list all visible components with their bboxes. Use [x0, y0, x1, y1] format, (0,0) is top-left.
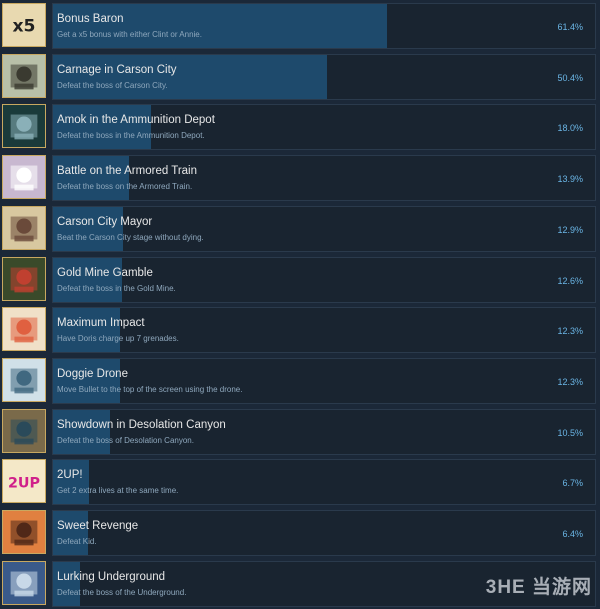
achievement-description: Have Doris charge up 7 grenades.: [57, 334, 179, 344]
robot-boss-icon: [2, 53, 46, 98]
achievement-title: Bonus Baron: [57, 13, 124, 25]
achievement-row[interactable]: Sweet Revenge Defeat Kid. 6.4%: [0, 508, 600, 558]
achievement-panel: Doggie Drone Move Bullet to the top of t…: [52, 357, 596, 404]
skull-boss-icon: [2, 155, 46, 200]
duel-icon: [2, 510, 46, 554]
achievement-percent: 6.4%: [562, 529, 583, 539]
achievement-percent: 12.3%: [557, 376, 583, 387]
achievement-title: Battle on the Armored Train: [57, 165, 197, 178]
achievement-description: Defeat Kid.: [57, 537, 97, 546]
achievement-row[interactable]: 2UP 2UP! Get 2 extra lives at the same t…: [0, 457, 600, 507]
achievement-description: Defeat the boss of the Underground.: [57, 587, 187, 597]
dog-drone-icon: [2, 357, 46, 402]
achievement-title: Gold Mine Gamble: [57, 266, 153, 279]
achievement-panel: Bonus Baron Get a x5 bonus with either C…: [52, 3, 596, 49]
achievement-panel: Amok in the Ammunition Depot Defeat the …: [52, 104, 596, 151]
achievement-row[interactable]: Amok in the Ammunition Depot Defeat the …: [0, 102, 600, 152]
progress-bar: [53, 54, 328, 99]
achievement-percent: 50.4%: [557, 72, 583, 83]
achievement-percent: 12.6%: [557, 275, 583, 286]
achievement-description: Get 2 extra lives at the same time.: [57, 486, 179, 496]
achievement-row[interactable]: Battle on the Armored Train Defeat the b…: [0, 153, 600, 203]
progress-bar: [53, 156, 129, 201]
achievement-title: 2UP!: [57, 469, 83, 482]
achievement-row[interactable]: Doggie Drone Move Bullet to the top of t…: [0, 356, 600, 406]
achievement-title: Lurking Underground: [57, 570, 166, 583]
achievement-panel: Maximum Impact Have Doris charge up 7 gr…: [52, 307, 596, 354]
achievement-row[interactable]: x5 Bonus Baron Get a x5 bonus with eithe…: [0, 1, 600, 51]
achievement-title: Maximum Impact: [57, 317, 145, 330]
achievement-title: Carnage in Carson City: [57, 63, 177, 76]
achievement-panel: Gold Mine Gamble Defeat the boss in the …: [52, 256, 596, 303]
2up-icon: 2UP: [2, 459, 46, 504]
achievement-percent: 18.0%: [557, 123, 583, 134]
achievement-description: Beat the Carson City stage without dying…: [57, 232, 204, 242]
saloon-building-icon: [2, 205, 46, 250]
achievement-panel: Showdown in Desolation Canyon Defeat the…: [52, 408, 596, 455]
grenades-icon: [2, 307, 46, 352]
achievement-panel: Carnage in Carson City Defeat the boss o…: [52, 53, 596, 100]
achievement-row[interactable]: Maximum Impact Have Doris charge up 7 gr…: [0, 305, 600, 355]
achievement-panel: Battle on the Armored Train Defeat the b…: [52, 155, 596, 202]
svg-text:x5: x5: [12, 17, 35, 37]
achievement-row[interactable]: Carnage in Carson City Defeat the boss o…: [0, 52, 600, 102]
mine-boss-icon: [2, 256, 46, 301]
progress-bar: [53, 409, 111, 454]
achievement-percent: 6.7%: [562, 478, 583, 489]
x5-bonus-icon: x5: [2, 3, 46, 47]
progress-bar: [53, 511, 88, 555]
progress-bar: [53, 257, 122, 302]
achievement-percent: 10.5%: [557, 427, 583, 438]
canyon-boss-icon: [2, 408, 46, 453]
achievement-description: Defeat the boss on the Armored Train.: [57, 182, 193, 192]
achievement-panel: Sweet Revenge Defeat Kid. 6.4%: [52, 510, 596, 556]
svg-text:2UP: 2UP: [8, 476, 40, 492]
achievement-title: Carson City Mayor: [57, 215, 153, 228]
achievement-panel: Carson City Mayor Beat the Carson City s…: [52, 205, 596, 252]
achievement-description: Move Bullet to the top of the screen usi…: [57, 384, 243, 394]
achievement-description: Defeat the boss of Carson City.: [57, 80, 168, 90]
achievement-description: Get a x5 bonus with either Clint or Anni…: [57, 30, 202, 39]
achievement-description: Defeat the boss in the Gold Mine.: [57, 283, 176, 293]
achievement-row[interactable]: Gold Mine Gamble Defeat the boss in the …: [0, 255, 600, 305]
achievement-title: Showdown in Desolation Canyon: [57, 418, 226, 431]
achievement-percent: 12.9%: [557, 224, 583, 235]
achievement-panel: 2UP! Get 2 extra lives at the same time.…: [52, 459, 596, 506]
achievement-description: Defeat the boss of Desolation Canyon.: [57, 435, 194, 445]
achievement-percent: 13.9%: [557, 174, 583, 185]
progress-bar: [53, 460, 90, 505]
underground-boss-icon: [2, 560, 46, 605]
progress-bar: [53, 561, 80, 606]
achievement-row[interactable]: Carson City Mayor Beat the Carson City s…: [0, 204, 600, 254]
site-watermark-logo: 3HE 当游网: [485, 577, 592, 598]
achievement-percent: 61.4%: [557, 22, 583, 32]
achievement-title: Doggie Drone: [57, 367, 128, 380]
achievement-row[interactable]: Showdown in Desolation Canyon Defeat the…: [0, 407, 600, 457]
progress-bar: [53, 308, 120, 353]
achievement-percent: 12.3%: [557, 326, 583, 337]
achievement-title: Amok in the Ammunition Depot: [57, 114, 215, 127]
achievement-description: Defeat the boss in the Ammunition Depot.: [57, 131, 205, 141]
mech-boss-icon: [2, 104, 46, 149]
progress-bar: [53, 206, 124, 251]
progress-bar: [53, 358, 120, 403]
achievement-title: Sweet Revenge: [57, 520, 139, 532]
progress-bar: [53, 105, 151, 150]
progress-bar: [53, 4, 388, 48]
